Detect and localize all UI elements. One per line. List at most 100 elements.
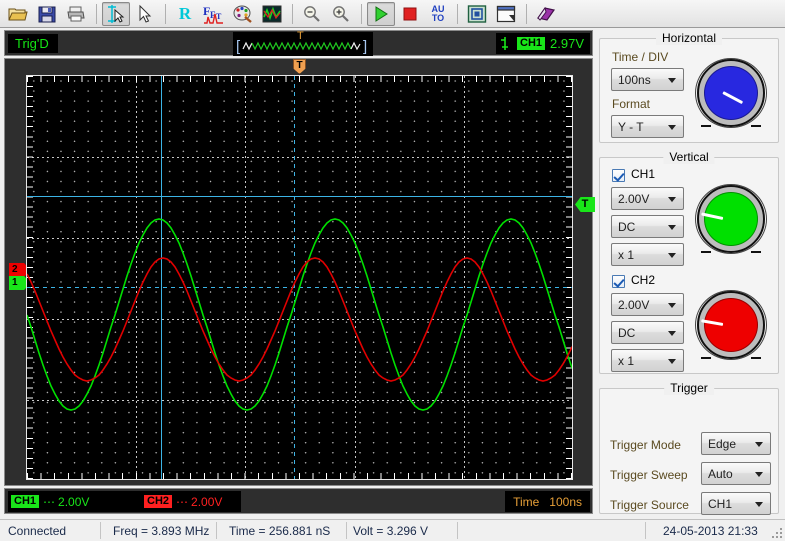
main-toolbar: R F F T AU TO — [0, 0, 785, 28]
trigger-mode-select[interactable]: Edge — [701, 432, 771, 455]
toolbar-divider — [526, 3, 527, 24]
frequency-readout: Freq = 3.893 MHz — [113, 523, 210, 538]
pointer-select-icon[interactable] — [131, 2, 159, 26]
ch2-enable-checkbox[interactable] — [612, 275, 625, 288]
ch1-enable-checkbox[interactable] — [612, 169, 625, 182]
top-status-strip: Trig'D T [ ] CH1 2.97V — [4, 30, 593, 56]
trigger-source-label: Trigger Source — [610, 498, 689, 512]
ch1-coupling-select[interactable]: DC — [611, 215, 684, 238]
ch2-coupling-value: DC — [618, 325, 636, 340]
window-layout-icon[interactable] — [492, 2, 520, 26]
chevron-down-icon — [668, 197, 676, 202]
trigger-sweep-select[interactable]: Auto — [701, 462, 771, 485]
trigger-mode-value: Edge — [708, 436, 737, 451]
fit-screen-icon[interactable] — [463, 2, 491, 26]
horizontal-group-title: Horizontal — [655, 31, 723, 45]
ch2-volts-div: 2.00V — [191, 494, 223, 509]
ch1-status-label: CH1 — [11, 495, 40, 508]
print-icon[interactable] — [62, 2, 90, 26]
ch1-checkbox-label: CH1 — [631, 167, 656, 181]
ch1-probe-select[interactable]: x 1 — [611, 243, 684, 266]
ch2-status[interactable]: CH2 ⋯ 2.00V — [141, 491, 241, 512]
readout-channel-tag: CH1 — [517, 37, 546, 50]
status-divider — [346, 522, 347, 539]
svg-text:[: [ — [236, 38, 241, 55]
format-select[interactable]: Y - T — [611, 115, 684, 138]
format-label: Format — [612, 97, 651, 111]
trigger-level-marker[interactable]: T — [575, 197, 595, 212]
fft-icon[interactable]: F F T — [200, 2, 228, 26]
ch1-status[interactable]: CH1 ⋯ 2.00V — [8, 491, 144, 512]
save-file-icon[interactable] — [33, 2, 61, 26]
ch1-volts-div-value: 2.00V — [618, 191, 650, 206]
trigger-group-title: Trigger — [664, 381, 714, 395]
status-divider — [645, 522, 646, 539]
ch2-trace — [27, 257, 572, 382]
ch2-probe-select[interactable]: x 1 — [611, 349, 684, 372]
knob-face — [704, 66, 758, 120]
record-icon[interactable]: R — [171, 2, 199, 26]
trigger-source-value: CH1 — [708, 496, 733, 511]
help-book-icon[interactable] — [532, 2, 560, 26]
ch2-status-label: CH2 — [144, 495, 173, 508]
waveform-overview[interactable]: T [ ] — [233, 31, 373, 56]
toolbar-divider — [457, 3, 458, 24]
ch1-coupling-glyph: ⋯ — [43, 494, 55, 509]
stop-icon[interactable] — [396, 2, 424, 26]
status-divider — [216, 522, 217, 539]
ch2-volts-div-select[interactable]: 2.00V — [611, 293, 684, 316]
toolbar-divider — [165, 3, 166, 24]
ch2-coupling-select[interactable]: DC — [611, 321, 684, 344]
ch2-checkbox-label: CH2 — [631, 273, 656, 287]
graticule-area[interactable] — [26, 75, 573, 480]
datetime-readout: 24-05-2013 21:33 — [663, 523, 758, 538]
zoom-out-icon[interactable] — [298, 2, 326, 26]
timebase-label: Time — [513, 494, 540, 509]
auto-icon[interactable]: AU TO — [425, 2, 451, 26]
timebase-knob[interactable] — [695, 57, 767, 129]
control-panel: Horizontal Time / DIV 100ns Format Y - T — [597, 30, 781, 541]
trigger-state-indicator: Trig'D — [8, 33, 58, 53]
waveform-traces — [27, 218, 572, 411]
trigger-position-marker[interactable]: T — [293, 59, 306, 74]
ch2-volts-div-value: 2.00V — [618, 297, 650, 312]
ch2-coupling-glyph: ⋯ — [176, 494, 188, 509]
ch1-volts-div: 2.00V — [58, 494, 90, 509]
graticule[interactable] — [26, 75, 573, 480]
scope-display[interactable]: T 2 1 T — [4, 58, 595, 486]
trigger-group: Trigger Trigger Mode Edge Trigger Sweep … — [599, 381, 779, 541]
voltage-readout: Volt = 3.296 V — [353, 523, 429, 538]
ch2-position-knob[interactable] — [695, 289, 767, 361]
open-file-icon[interactable] — [4, 2, 32, 26]
chevron-down-icon — [668, 331, 676, 336]
knob-face — [704, 298, 758, 352]
oscilloscope-app: R F F T AU TO Trig'D T [] CH1 2.97V T 2… — [0, 0, 785, 541]
ch1-volts-div-select[interactable]: 2.00V — [611, 187, 684, 210]
ch1-position-knob[interactable] — [695, 183, 767, 255]
run-icon[interactable] — [367, 1, 395, 26]
time-readout: Time = 256.881 nS — [229, 523, 331, 538]
timebase-status[interactable]: Time 100ns — [505, 491, 590, 512]
time-div-label: Time / DIV — [612, 50, 669, 64]
zoom-in-icon[interactable] — [327, 2, 355, 26]
trigger-source-select[interactable]: CH1 — [701, 492, 771, 515]
time-div-select[interactable]: 100ns — [611, 68, 684, 91]
status-divider — [457, 522, 458, 539]
timebase-value: 100ns — [549, 494, 582, 509]
resize-grip[interactable] — [770, 526, 783, 539]
trigger-slope-glyph — [501, 36, 508, 50]
chevron-down-icon — [668, 303, 676, 308]
chevron-down-icon — [755, 472, 763, 477]
vertical-group: Vertical CH1 2.00V DC x 1 CH2 2.00V DC x… — [599, 150, 779, 374]
trigger-source-readout: CH1 2.97V — [496, 33, 590, 54]
horizontal-group: Horizontal Time / DIV 100ns Format Y - T — [599, 31, 779, 143]
palette-icon[interactable] — [229, 2, 257, 26]
chevron-down-icon — [668, 78, 676, 83]
chevron-down-icon — [755, 502, 763, 507]
chevron-down-icon — [668, 225, 676, 230]
cursor-measure-icon[interactable] — [102, 1, 130, 26]
status-divider — [100, 522, 101, 539]
waveform-view-icon[interactable] — [258, 2, 286, 26]
ch2-probe-value: x 1 — [618, 353, 635, 368]
trigger-mode-label: Trigger Mode — [610, 438, 681, 452]
